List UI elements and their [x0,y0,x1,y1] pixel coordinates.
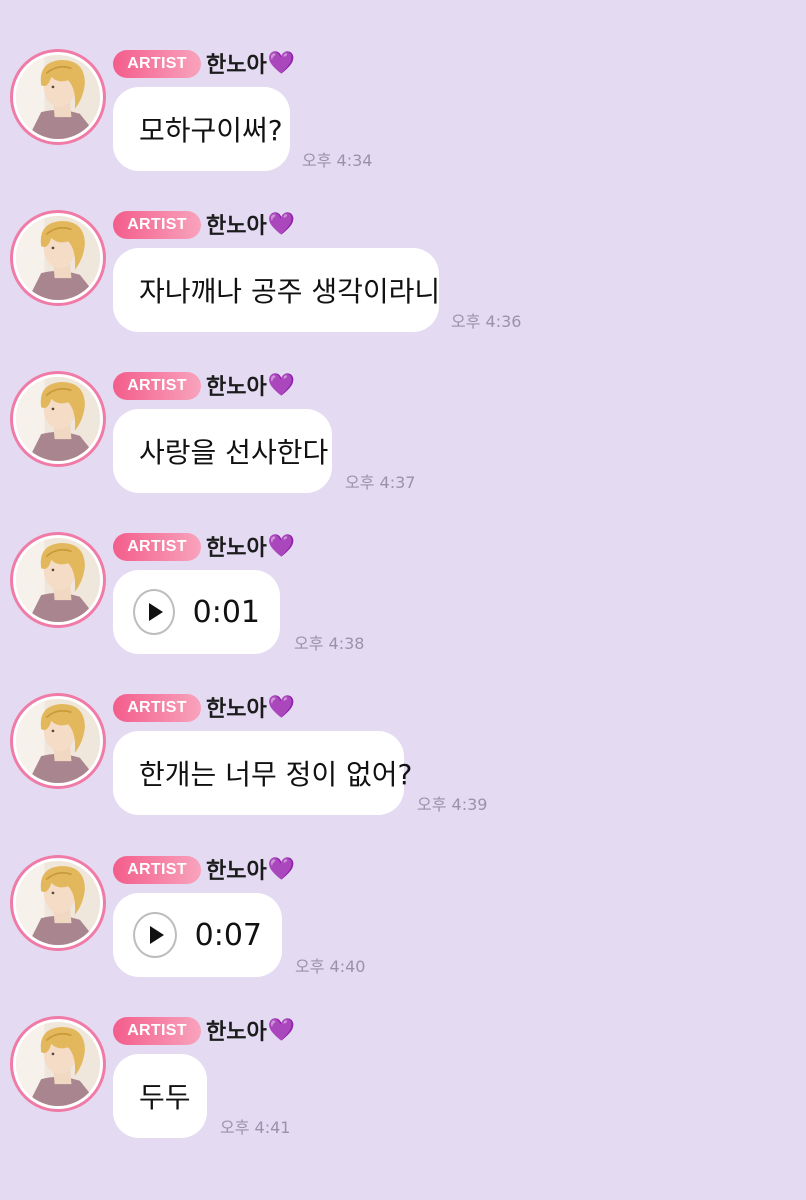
message-text: 자나깨나 공주 생각이라니 [139,275,441,308]
artist-badge: ARTIST [113,694,201,722]
play-button[interactable] [133,589,175,635]
voice-message-bubble: 0:01 [113,570,280,654]
message-bubble[interactable]: 사랑을 선사한다 [113,409,332,493]
artist-avatar-icon [16,861,100,945]
chat-message: ARTIST 한노아 💜 두두 오후 4:41 [0,1014,806,1164]
artist-badge: ARTIST [113,856,201,884]
sender-name[interactable]: 한노아 💜 [206,1014,295,1046]
chat-message: ARTIST 한노아 💜 0:01 오후 4:38 [0,530,806,680]
purple-heart-icon: 💜 [267,50,296,76]
avatar[interactable] [10,49,106,145]
message-text: 사랑을 선사한다 [139,436,329,469]
chat-message: ARTIST 한노아 💜 자나깨나 공주 생각이라니 오후 4:36 [0,208,806,358]
message-text: 모하구이써? [139,114,283,147]
avatar[interactable] [10,532,106,628]
chat-message: ARTIST 한노아 💜 한개는 너무 정이 없어? 오후 4:39 [0,691,806,841]
avatar[interactable] [10,693,106,789]
avatar[interactable] [10,210,106,306]
sender-label: 한노아 [206,536,267,561]
message-bubble[interactable]: 모하구이써? [113,87,290,171]
artist-badge: ARTIST [113,211,201,239]
artist-avatar-icon [16,55,100,139]
artist-badge: ARTIST [113,372,201,400]
purple-heart-icon: 💜 [267,211,296,237]
artist-avatar-icon [16,377,100,461]
chat-message: ARTIST 한노아 💜 사랑을 선사한다 오후 4:37 [0,369,806,519]
sender-name[interactable]: 한노아 💜 [206,530,295,562]
chat-message: ARTIST 한노아 💜 모하구이써? 오후 4:34 [0,47,806,197]
message-timestamp: 오후 4:34 [302,151,373,170]
chat-message: ARTIST 한노아 💜 0:07 오후 4:40 [0,853,806,1003]
message-timestamp: 오후 4:39 [417,795,488,814]
purple-heart-icon: 💜 [267,856,296,882]
avatar[interactable] [10,371,106,467]
avatar[interactable] [10,1016,106,1112]
purple-heart-icon: 💜 [267,1017,296,1043]
purple-heart-icon: 💜 [267,694,296,720]
purple-heart-icon: 💜 [267,533,296,559]
message-bubble[interactable]: 두두 [113,1054,207,1138]
artist-badge: ARTIST [113,533,201,561]
message-timestamp: 오후 4:37 [345,473,416,492]
sender-label: 한노아 [206,214,267,239]
chat-message-list: ARTIST 한노아💜 모하구이써? 오후 4:34 ARTIST 한노아💜 [0,0,806,1200]
sender-label: 한노아 [206,1020,267,1045]
artist-avatar-icon [16,538,100,622]
message-text: 두두 [139,1081,191,1114]
purple-heart-icon: 💜 [267,372,296,398]
sender-name[interactable]: 한노아 💜 [206,853,295,885]
artist-badge: ARTIST [113,50,201,78]
sender-name[interactable]: 한노아 💜 [206,369,295,401]
play-button[interactable] [133,912,177,958]
message-text: 한개는 너무 정이 없어? [139,758,413,791]
sender-name[interactable]: 한노아 💜 [206,208,295,240]
sender-label: 한노아 [206,859,267,884]
artist-avatar-icon [16,699,100,783]
artist-badge: ARTIST [113,1017,201,1045]
play-icon [149,926,164,944]
sender-label: 한노아 [206,53,267,78]
sender-name[interactable]: 한노아 💜 [206,47,295,79]
sender-label: 한노아 [206,697,267,722]
avatar[interactable] [10,855,106,951]
message-timestamp: 오후 4:36 [451,312,522,331]
message-bubble[interactable]: 한개는 너무 정이 없어? [113,731,412,815]
sender-label: 한노아 [206,375,267,400]
voice-message-bubble: 0:07 [113,893,282,977]
play-icon [148,603,163,621]
message-timestamp: 오후 4:41 [220,1118,291,1137]
artist-avatar-icon [16,1022,100,1106]
voice-duration: 0:07 [194,917,262,953]
message-bubble[interactable]: 자나깨나 공주 생각이라니 [113,248,441,332]
artist-avatar-icon [16,216,100,300]
sender-name[interactable]: 한노아 💜 [206,691,295,723]
message-timestamp: 오후 4:38 [294,634,365,653]
voice-duration: 0:01 [192,594,260,630]
message-timestamp: 오후 4:40 [295,957,366,976]
